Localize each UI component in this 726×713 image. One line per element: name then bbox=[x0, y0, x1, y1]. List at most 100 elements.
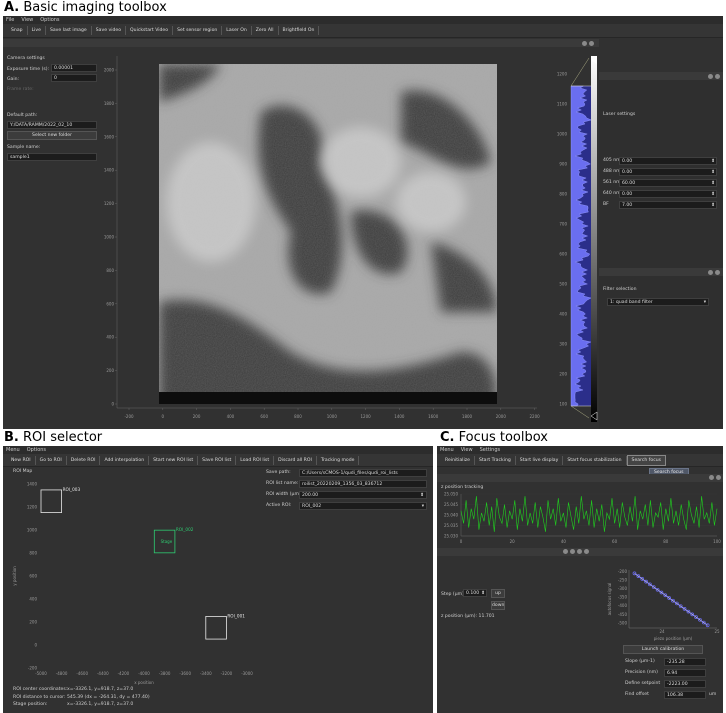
roi-box[interactable] bbox=[40, 489, 63, 513]
laser-dock-buttons[interactable] bbox=[708, 74, 720, 79]
start-new-roi-list-button[interactable]: Start new ROI list bbox=[149, 455, 199, 465]
close-icon[interactable] bbox=[570, 549, 575, 554]
menu-options[interactable]: Options bbox=[40, 17, 59, 23]
menu-settings[interactable]: Settings bbox=[480, 447, 501, 453]
menu-options[interactable]: Options bbox=[27, 447, 46, 453]
y-tick-label: 400 bbox=[106, 335, 114, 340]
down-button[interactable]: down bbox=[491, 601, 505, 610]
x-tick-label: -3000 bbox=[241, 671, 253, 676]
menu-menu[interactable]: Menu bbox=[6, 447, 20, 453]
toolbar: Snap Live Save last image Save video Qui… bbox=[3, 24, 723, 38]
menu-view[interactable]: View bbox=[21, 17, 33, 23]
float-icon[interactable] bbox=[563, 549, 568, 554]
filter-dock-title-bar bbox=[599, 268, 723, 276]
x-tick-label: -3400 bbox=[200, 671, 212, 676]
laser-on-button[interactable]: Laser On bbox=[222, 26, 252, 35]
float-icon[interactable] bbox=[708, 74, 713, 79]
roi-map[interactable]: -5000 -4800 -4600 -4400 -4200 -4000 -3800 -3600… bbox=[7, 476, 253, 689]
y-tick-label: 1400 bbox=[27, 482, 38, 487]
quickstart-video-button[interactable]: Quickstart Video bbox=[126, 26, 174, 35]
float-icon[interactable] bbox=[582, 41, 587, 46]
roi-form-input[interactable]: ROI_002 ▾ bbox=[299, 502, 427, 510]
y-tick-label: 800 bbox=[29, 551, 37, 556]
snap-button[interactable]: Snap bbox=[7, 26, 28, 35]
unit-label: um bbox=[709, 692, 717, 697]
save-last-image-button[interactable]: Save last image bbox=[46, 26, 92, 35]
add-interpolation-button[interactable]: Add interpolation bbox=[100, 455, 150, 465]
close-icon[interactable] bbox=[715, 74, 720, 79]
sample-name-label: Sample name: bbox=[7, 145, 41, 150]
panel-b-title: B. ROI selector bbox=[4, 430, 103, 445]
load-roi-list-button[interactable]: Load ROI list bbox=[236, 455, 275, 465]
delete-roi-button[interactable]: Delete ROI bbox=[67, 455, 101, 465]
float-icon[interactable] bbox=[709, 475, 714, 480]
lower-dock-buttons[interactable] bbox=[563, 549, 589, 554]
z-position-label: z position (µm): 11.701 bbox=[441, 614, 495, 619]
roi-form-input[interactable]: C:/Users/sCMOS-1/qudi_files/qudi_roi_lis… bbox=[299, 469, 427, 477]
calibration-fit-line bbox=[634, 573, 708, 626]
laser-power-input[interactable]: 0.00 ⬍ bbox=[619, 190, 717, 198]
histogram-lut[interactable]: 1200 1100 1000 900 800 700 600 500 400 300 200 100 bbox=[543, 52, 599, 426]
roi-form-input[interactable]: 200.00 ⬍ bbox=[299, 491, 427, 499]
brightfield-on-button[interactable]: Brightfield On bbox=[279, 26, 320, 35]
gain-input[interactable]: 0 bbox=[51, 74, 97, 82]
trace-dock-title-bar bbox=[437, 474, 723, 482]
start-tracking-button[interactable]: Start Tracking bbox=[475, 455, 516, 465]
panel-a-title: A. Basic imaging toolbox bbox=[4, 0, 167, 15]
gradient-bar[interactable] bbox=[591, 56, 597, 422]
calibration-result-value[interactable]: 106.38 bbox=[664, 691, 706, 699]
laser-power-input[interactable]: 7.00 ⬍ bbox=[619, 201, 717, 209]
go-to-roi-button[interactable]: Go to ROI bbox=[36, 455, 67, 465]
up-button[interactable]: up bbox=[491, 589, 505, 598]
calibration-result-value[interactable]: -235.28 bbox=[664, 658, 706, 666]
default-path-input[interactable]: Y:/DATA/RAMM/2022_02_10 bbox=[7, 121, 97, 129]
menu-menu[interactable]: Menu bbox=[440, 447, 454, 453]
y-tick-label: 200 bbox=[29, 620, 37, 625]
live-button[interactable]: Live bbox=[28, 26, 46, 35]
select-folder-button[interactable]: Select new folder bbox=[7, 131, 97, 140]
new-roi-button[interactable]: New ROI bbox=[7, 455, 36, 465]
calibration-result-value[interactable]: 6.94 bbox=[664, 669, 706, 677]
save-video-button[interactable]: Save video bbox=[92, 26, 127, 35]
laser-power-input[interactable]: 60.00 ⬍ bbox=[619, 179, 717, 187]
menu-view[interactable]: View bbox=[461, 447, 473, 453]
default-path-label: Default path: bbox=[7, 113, 38, 118]
start-focus-stabilization-button[interactable]: Start focus stabilization bbox=[563, 455, 627, 465]
z-position-trace[interactable]: 25.050 25.045 25.040 25.035 25.0300 20 40 60 80 1… bbox=[437, 490, 723, 546]
laser-power-input[interactable]: 0.00 ⬍ bbox=[619, 157, 717, 165]
step-input[interactable]: 0.100 ⬍ bbox=[463, 589, 487, 597]
roi-box[interactable] bbox=[205, 616, 227, 640]
tracking-mode-button[interactable]: Tracking mode bbox=[317, 455, 360, 465]
start-live-display-button[interactable]: Start live display bbox=[516, 455, 564, 465]
roi-markers[interactable]: ROI_003 ROI_002 Stage ROI_001 bbox=[40, 487, 245, 640]
calibration-axes: -200 -250 -300 -350 -400 -450 -500 24 25 piezo po… bbox=[607, 569, 720, 641]
search-focus-button[interactable]: Search focus bbox=[626, 454, 667, 466]
calibration-plot[interactable]: -200 -250 -300 -350 -400 -450 -500 24 25 piezo po… bbox=[607, 564, 721, 642]
filter-select[interactable]: 1: quad band filter ▾ bbox=[607, 298, 709, 306]
float-icon[interactable] bbox=[708, 270, 713, 275]
dock-buttons[interactable] bbox=[582, 41, 594, 46]
set-sensor-region-button[interactable]: Set sensor region bbox=[173, 26, 223, 35]
image-view[interactable]: 2000180016001400120010008006004002000 -2… bbox=[101, 52, 541, 426]
close-icon[interactable] bbox=[584, 549, 589, 554]
sample-name-input[interactable]: sample1 bbox=[7, 153, 97, 161]
menu-file[interactable]: File bbox=[6, 17, 14, 23]
close-icon[interactable] bbox=[716, 475, 721, 480]
trace-dock-buttons[interactable] bbox=[709, 475, 721, 480]
y-axis-label: autofocus signal bbox=[607, 583, 612, 616]
reinitialize-button[interactable]: Reinitialize bbox=[441, 455, 475, 465]
spinbox-icon: ⬍ bbox=[711, 159, 715, 164]
close-icon[interactable] bbox=[589, 41, 594, 46]
discard-all-roi-button[interactable]: Discard all ROI bbox=[274, 455, 317, 465]
close-icon[interactable] bbox=[715, 270, 720, 275]
filter-dock-buttons[interactable] bbox=[708, 270, 720, 275]
zero-all-button[interactable]: Zero All bbox=[252, 26, 279, 35]
roi-form-input[interactable]: roilist_20220209_1356_03_836712 bbox=[299, 480, 427, 488]
save-roi-list-button[interactable]: Save ROI list bbox=[198, 455, 237, 465]
laser-power-input[interactable]: 0.00 ⬍ bbox=[619, 168, 717, 176]
x-tick-label: 800 bbox=[294, 414, 302, 419]
float-icon[interactable] bbox=[577, 549, 582, 554]
exposure-input[interactable]: 0.00001 bbox=[51, 64, 97, 72]
calibration-result-value[interactable]: -2223.00 bbox=[664, 680, 706, 688]
launch-calibration-button[interactable]: Launch calibration bbox=[623, 645, 703, 654]
